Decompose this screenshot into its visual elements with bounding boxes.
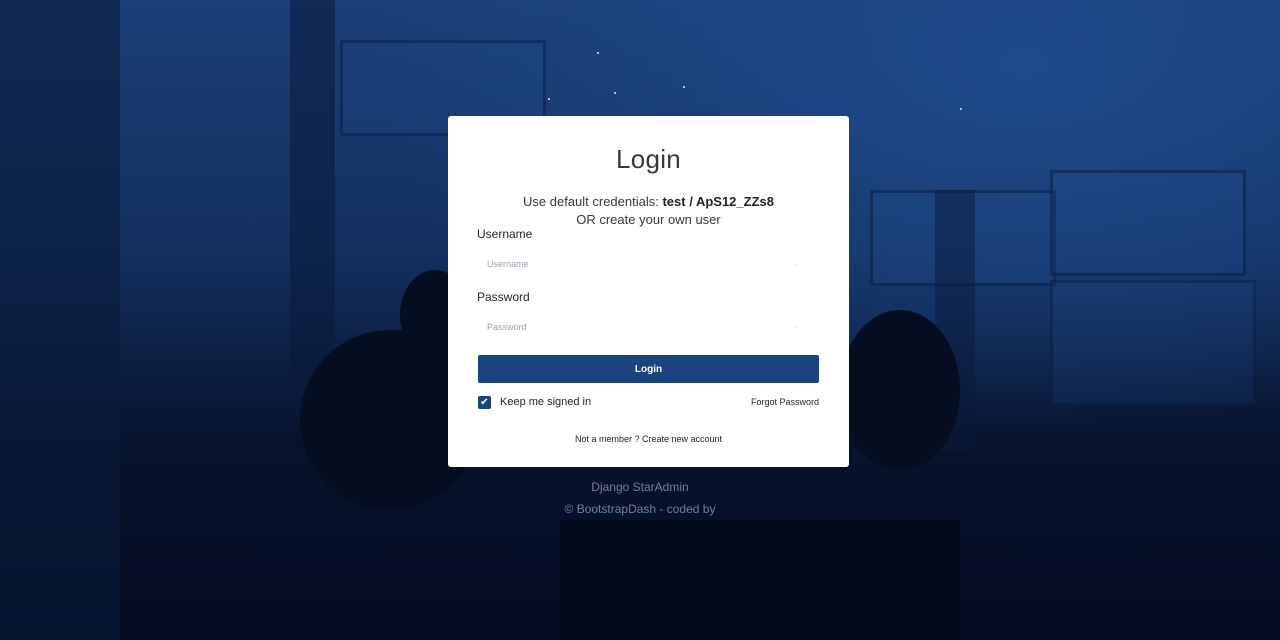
create-user-hint: OR create your own user (576, 212, 721, 227)
user-icon: · (794, 260, 797, 269)
forgot-password-link[interactable]: Forgot Password (751, 397, 819, 407)
username-label: Username (477, 227, 533, 241)
lock-icon: · (794, 323, 797, 332)
footer-copyright: © BootstrapDash - coded by (564, 502, 716, 516)
footer-app-name: Django StarAdmin (591, 480, 689, 494)
username-input[interactable] (477, 247, 819, 281)
create-account-link[interactable]: Create new account (642, 434, 722, 444)
keep-signed-in-checkbox[interactable]: ✔ (478, 396, 491, 409)
checkmark-icon: ✔ (480, 397, 489, 408)
not-member-text: Not a member ? (574, 434, 640, 444)
keep-signed-in-label[interactable]: Keep me signed in (500, 396, 591, 408)
signup-text: Not a member ? Create new account (448, 434, 849, 444)
default-credentials-text: Use default credentials: test / ApS12_ZZ… (448, 194, 849, 209)
password-input[interactable] (477, 310, 819, 344)
credentials-prefix: Use default credentials: (523, 194, 663, 209)
credentials-value: test / ApS12_ZZs8 (662, 194, 774, 209)
login-card: Login Use default credentials: test / Ap… (448, 116, 849, 467)
password-label: Password (477, 290, 530, 304)
login-button[interactable]: Login (478, 355, 819, 383)
page-title: Login (615, 144, 682, 174)
